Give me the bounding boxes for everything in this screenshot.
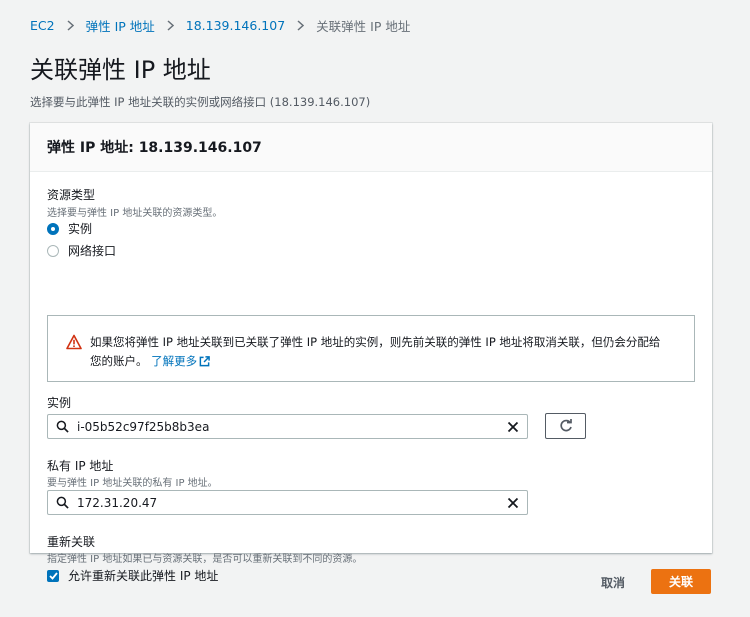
check-icon	[48, 571, 58, 580]
elastic-ip-panel: 弹性 IP 地址: 18.139.146.107 资源类型 选择要与弹性 IP …	[30, 123, 712, 583]
refresh-icon	[559, 419, 572, 432]
radio-instance-control[interactable]	[47, 222, 59, 235]
instance-value: i-05b52c97f25b8b3ea	[77, 419, 210, 434]
allow-reassociation-checkbox[interactable]: 允许重新关联此弹性 IP 地址	[47, 567, 218, 584]
warning-icon	[66, 334, 82, 350]
private-ip-label: 私有 IP 地址	[47, 459, 114, 473]
radio-instance-label: 实例	[68, 222, 93, 236]
breadcrumb: EC2 弹性 IP 地址 18.139.146.107 关联弹性 IP 地址	[30, 16, 410, 35]
instance-label: 实例	[47, 396, 72, 410]
private-ip-value: 172.31.20.47	[77, 495, 158, 510]
reassociation-description: 指定弹性 IP 地址如果已与资源关联，是否可以重新关联到不同的资源。	[47, 554, 363, 565]
search-icon	[56, 420, 69, 433]
chevron-right-icon	[167, 20, 174, 31]
checkbox-control[interactable]	[47, 569, 59, 582]
external-link-icon	[199, 356, 210, 367]
alert-line-1: 如果您将弹性 IP 地址关联到已关联了弹性 IP 地址的实例，则先前关联的弹性 …	[90, 335, 661, 349]
alert-text: 如果您将弹性 IP 地址关联到已关联了弹性 IP 地址的实例，则先前关联的弹性 …	[90, 333, 660, 381]
private-ip-description: 要与弹性 IP 地址关联的私有 IP 地址。	[47, 478, 218, 489]
panel-title: 弹性 IP 地址: 18.139.146.107	[47, 140, 262, 156]
panel-header: 弹性 IP 地址: 18.139.146.107	[30, 123, 712, 172]
radio-network-interface-label: 网络接口	[68, 244, 117, 258]
breadcrumb-ec2[interactable]: EC2	[30, 18, 55, 33]
radio-network-interface-control[interactable]	[47, 244, 59, 257]
resource-type-description: 选择要与弹性 IP 地址关联的资源类型。	[47, 208, 223, 219]
chevron-right-icon	[67, 20, 74, 31]
page-description: 选择要与此弹性 IP 地址关联的实例或网络接口 (18.139.146.107)	[30, 95, 371, 109]
page-title: 关联弹性 IP 地址	[30, 56, 211, 84]
radio-network-interface[interactable]: 网络接口	[47, 242, 116, 259]
alert-line-2: 您的账户。	[90, 354, 148, 368]
clear-icon[interactable]	[507, 421, 519, 433]
panel-body: 资源类型 选择要与弹性 IP 地址关联的资源类型。 实例 网络接口 如果您将弹性…	[30, 172, 712, 583]
breadcrumb-elastic-ips[interactable]: 弹性 IP 地址	[86, 16, 155, 35]
private-ip-search-input[interactable]: 172.31.20.47	[47, 490, 528, 515]
search-icon	[56, 496, 69, 509]
associate-button[interactable]: 关联	[651, 569, 711, 594]
allow-reassociation-label: 允许重新关联此弹性 IP 地址	[68, 569, 219, 583]
breadcrumb-ip-address[interactable]: 18.139.146.107	[186, 18, 285, 33]
radio-instance[interactable]: 实例	[47, 220, 92, 237]
chevron-right-icon	[297, 20, 305, 31]
cancel-button[interactable]: 取消	[590, 570, 636, 594]
reassociation-label: 重新关联	[47, 535, 96, 549]
instance-search-input[interactable]: i-05b52c97f25b8b3ea	[47, 414, 528, 439]
breadcrumb-current: 关联弹性 IP 地址	[316, 19, 411, 34]
warning-alert: 如果您将弹性 IP 地址关联到已关联了弹性 IP 地址的实例，则先前关联的弹性 …	[47, 315, 695, 382]
clear-icon[interactable]	[507, 497, 519, 509]
learn-more-link[interactable]: 了解更多	[151, 352, 210, 371]
resource-type-label: 资源类型	[47, 188, 96, 202]
learn-more-label: 了解更多	[151, 354, 198, 368]
refresh-button[interactable]	[545, 413, 586, 439]
